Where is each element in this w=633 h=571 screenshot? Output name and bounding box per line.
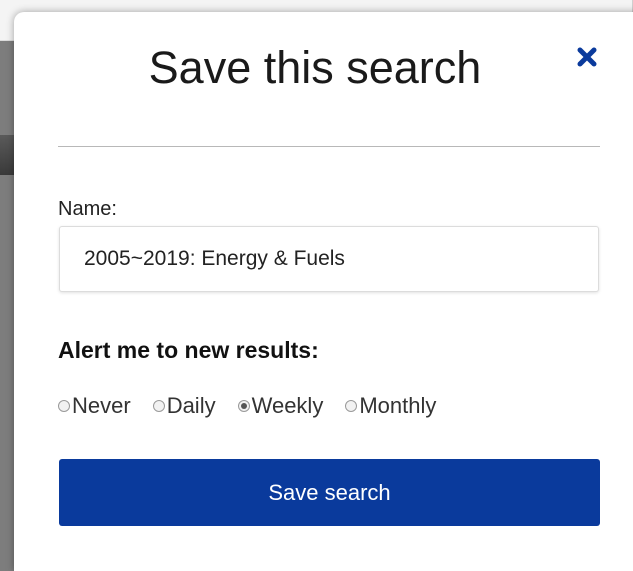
- title-divider: [58, 146, 600, 147]
- name-label: Name:: [58, 198, 117, 220]
- radio-option-daily[interactable]: Daily: [152, 393, 216, 419]
- radio-daily[interactable]: [152, 400, 165, 412]
- save-search-button[interactable]: Save search: [59, 459, 600, 526]
- radio-option-never[interactable]: Never: [58, 393, 131, 419]
- radio-option-weekly[interactable]: Weekly: [237, 393, 324, 419]
- name-input[interactable]: [59, 226, 599, 292]
- modal-title: Save this search: [148, 42, 482, 93]
- save-search-modal: Save this search Name: Alert me to new r…: [14, 12, 633, 571]
- alert-frequency-radio-group: Never Daily Weekly Monthly: [58, 393, 458, 419]
- radio-option-monthly[interactable]: Monthly: [345, 393, 436, 419]
- radio-label-weekly: Weekly: [251, 393, 324, 418]
- radio-weekly[interactable]: [237, 400, 250, 412]
- radio-monthly[interactable]: [345, 400, 358, 412]
- radio-never[interactable]: [58, 400, 70, 412]
- close-button[interactable]: [572, 42, 602, 72]
- alert-label: Alert me to new results:: [58, 337, 319, 363]
- radio-label-never: Never: [72, 393, 131, 418]
- close-icon: [577, 47, 597, 67]
- radio-label-monthly: Monthly: [359, 393, 437, 418]
- radio-label-daily: Daily: [166, 393, 216, 418]
